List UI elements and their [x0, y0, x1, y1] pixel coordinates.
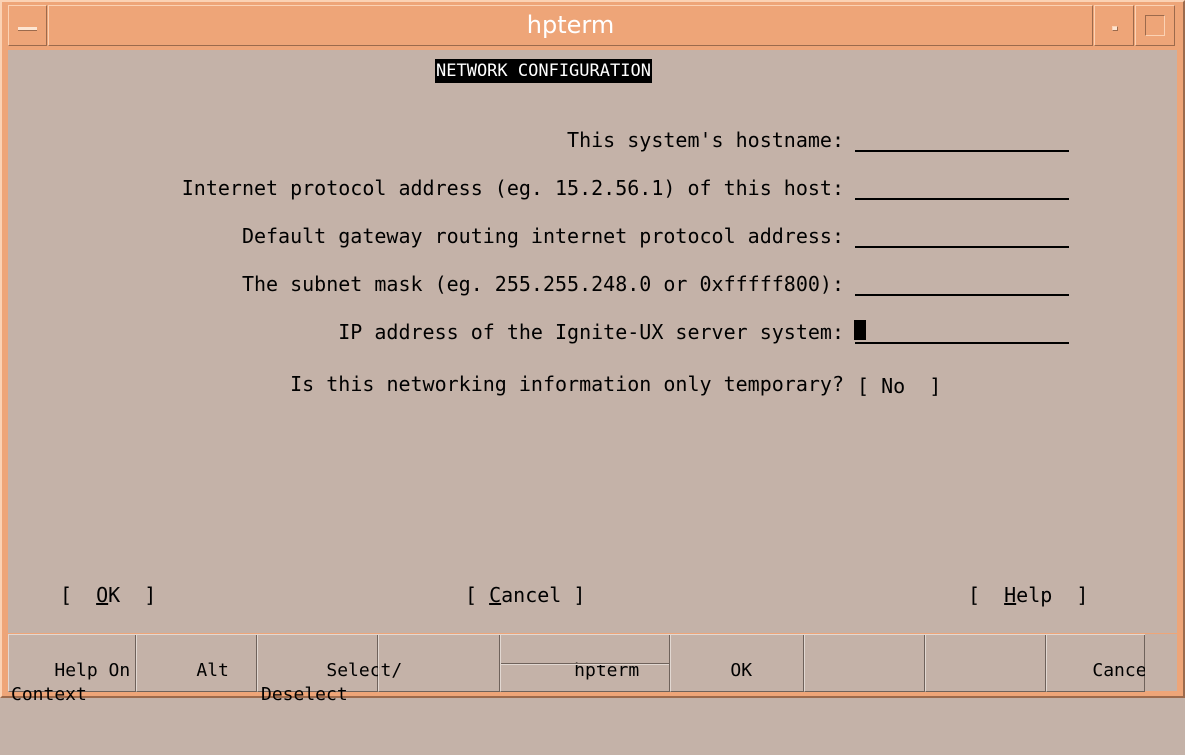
ignite-server-field[interactable] — [855, 342, 1069, 344]
gateway-label: Default gateway routing internet protoco… — [241, 224, 844, 248]
window-menu-icon — [18, 27, 37, 31]
maximize-icon — [1145, 15, 1165, 36]
ok-open-bracket: [ — [60, 583, 97, 607]
fkey-7[interactable] — [804, 635, 925, 692]
ip-address-field[interactable] — [855, 198, 1069, 200]
fkey-ok[interactable]: OK — [670, 635, 804, 692]
help-button[interactable]: [ Help ] — [968, 583, 1088, 607]
fkey-6-line1: OK — [730, 660, 753, 681]
cancel-open-bracket: [ — [465, 583, 490, 607]
cancel-label: ancel — [501, 583, 562, 607]
window-title: hpterm — [48, 5, 1093, 46]
fkey-4[interactable] — [378, 635, 500, 692]
fkey-alt[interactable]: Alt — [136, 635, 257, 692]
help-open-bracket: [ — [968, 583, 1005, 607]
help-close-bracket: ] — [1052, 583, 1089, 607]
terminal-area[interactable]: NETWORK CONFIGURATION This system's host… — [8, 50, 1177, 633]
screen-heading: NETWORK CONFIGURATION — [435, 59, 652, 83]
fkey-select-deselect[interactable]: Select/Deselect — [257, 635, 402, 705]
fkey-hpterm[interactable]: hpterm — [500, 635, 670, 692]
text-cursor — [854, 320, 866, 340]
ok-hotkey: O — [96, 583, 109, 607]
fkey-2-line1: Alt — [196, 660, 229, 681]
ignite-server-label: IP address of the Ignite-UX server syste… — [338, 320, 844, 344]
help-hotkey: H — [1004, 583, 1017, 607]
cancel-button[interactable]: [ Cancel ] — [465, 583, 585, 607]
function-key-bar: Help On Context Alt Select/Deselect hpter… — [8, 634, 1157, 705]
hostname-label: This system's hostname: — [567, 128, 844, 152]
hostname-field[interactable] — [855, 150, 1069, 152]
cancel-close-bracket: ] — [561, 583, 586, 607]
fkey-8[interactable] — [925, 635, 1046, 692]
gateway-field[interactable] — [855, 246, 1069, 248]
ok-button[interactable]: [ OK ] — [60, 583, 156, 607]
ok-label: K — [108, 583, 121, 607]
window-menu-button[interactable] — [8, 5, 47, 46]
fkey-5-divider-highlight — [501, 664, 669, 665]
help-label: elp — [1016, 583, 1053, 607]
title-bar[interactable]: hpterm — [8, 5, 1177, 48]
ip-address-label: Internet protocol address (eg. 15.2.56.1… — [181, 176, 844, 200]
fkey-cancel[interactable]: Cancel — [1046, 635, 1157, 692]
ok-close-bracket: ] — [120, 583, 157, 607]
fkey-help-on-context[interactable]: Help On Context — [8, 635, 136, 705]
subnet-mask-field[interactable] — [855, 294, 1069, 296]
subnet-mask-label: The subnet mask (eg. 255.255.248.0 or 0x… — [241, 272, 844, 296]
temporary-toggle[interactable]: [ No ] — [857, 374, 941, 398]
minimize-icon — [1112, 26, 1118, 31]
fkey-3-line2: Deselect — [261, 684, 348, 705]
fkey-1-line1: Help On — [54, 660, 131, 681]
cancel-hotkey: C — [489, 583, 502, 607]
minimize-button[interactable] — [1094, 5, 1134, 46]
fkey-bar-right-margin — [1145, 634, 1177, 691]
fkey-1-line2: Context — [11, 684, 87, 705]
maximize-button[interactable] — [1135, 5, 1175, 46]
temporary-question: Is this networking information only temp… — [290, 372, 844, 396]
